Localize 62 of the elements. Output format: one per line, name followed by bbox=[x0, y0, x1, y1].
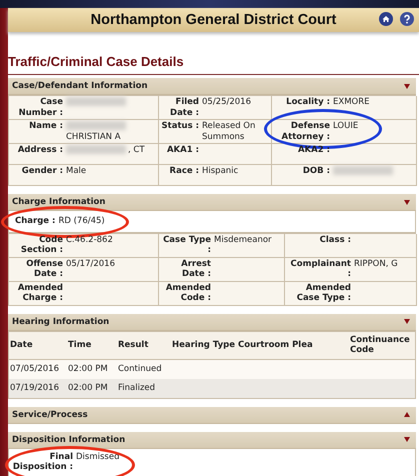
field-label: Amended Code : bbox=[164, 282, 212, 304]
field-label: Name : bbox=[28, 121, 64, 133]
field-label: Final Disposition : bbox=[12, 452, 74, 472]
collapse-icon[interactable] bbox=[404, 84, 410, 88]
field-label: Defense Attorney : bbox=[280, 121, 331, 142]
field-label: Amended Charge : bbox=[16, 282, 64, 304]
expand-icon[interactable] bbox=[404, 412, 410, 417]
page-title: Traffic/Criminal Case Details bbox=[8, 54, 419, 75]
help-icon[interactable] bbox=[400, 12, 414, 26]
field-label: Offense Date : bbox=[25, 258, 64, 280]
field-label: Arrest Date : bbox=[180, 258, 212, 280]
field-label: Filed Date : bbox=[169, 97, 200, 118]
field-label: Locality : bbox=[285, 97, 331, 108]
field-label: Complainant : bbox=[290, 258, 352, 280]
field-value: Hispanic bbox=[202, 166, 238, 176]
column-header: Time bbox=[67, 331, 117, 359]
field-label: Amended Case Type : bbox=[296, 282, 352, 304]
field-label: Gender : bbox=[20, 166, 64, 176]
field-label: Race : bbox=[168, 166, 200, 176]
collapse-icon[interactable] bbox=[404, 319, 410, 324]
field-value: LOUIE bbox=[333, 121, 358, 131]
field-label: Case Number : bbox=[18, 97, 64, 118]
section-header[interactable]: Hearing Information bbox=[8, 314, 416, 330]
column-header: Date bbox=[8, 331, 67, 359]
table-cell: 07/05/2016 bbox=[8, 359, 67, 378]
field-value: Dismissed bbox=[76, 452, 120, 462]
field-value: Released On Summons bbox=[202, 121, 256, 142]
field-label: Address : bbox=[16, 145, 64, 156]
field-label: DOB : bbox=[302, 166, 331, 176]
home-icon[interactable] bbox=[379, 12, 393, 26]
table-cell: 02:00 PM bbox=[67, 359, 117, 378]
field-label: Code Section : bbox=[20, 234, 64, 256]
field-value: C.46.2-862 bbox=[66, 234, 113, 244]
column-header: Result bbox=[117, 331, 171, 359]
collapse-icon[interactable] bbox=[404, 437, 410, 442]
field-label: Case Type : bbox=[162, 234, 212, 256]
field-value: RIPPON, G bbox=[354, 258, 398, 268]
field-label: Class : bbox=[318, 234, 352, 245]
field-label: Charge : bbox=[15, 216, 56, 226]
field-value: 05/25/2016 bbox=[202, 97, 251, 107]
column-header: Hearing Type bbox=[171, 331, 237, 359]
column-header: Continuance Code bbox=[349, 331, 416, 359]
field-value: EXMORE bbox=[333, 97, 370, 107]
field-value: 05/17/2016 bbox=[66, 258, 115, 268]
field-label: AKA1 : bbox=[166, 145, 200, 156]
section-header[interactable]: Service/Process bbox=[8, 406, 416, 424]
court-title: Northampton General District Court bbox=[90, 12, 336, 28]
collapse-icon[interactable] bbox=[404, 200, 410, 204]
table-cell: 07/19/2016 bbox=[8, 378, 67, 398]
column-header: Courtroom Plea bbox=[237, 331, 349, 359]
field-value: RD (76/45) bbox=[58, 216, 105, 226]
section-header[interactable]: Disposition Information bbox=[8, 432, 416, 448]
table-cell: 02:00 PM bbox=[67, 378, 117, 398]
section-header[interactable]: Case/Defendant Information bbox=[8, 78, 416, 95]
field-value: CHRISTIAN A bbox=[66, 132, 121, 142]
field-value: Misdemeanor bbox=[214, 234, 272, 244]
field-value: , CT bbox=[128, 145, 145, 155]
field-value: Male bbox=[66, 166, 86, 176]
field-label: Status : bbox=[161, 121, 200, 133]
table-cell: Finalized bbox=[117, 378, 171, 398]
section-header[interactable]: Charge Information bbox=[8, 194, 416, 211]
table-cell: Continued bbox=[117, 359, 171, 378]
